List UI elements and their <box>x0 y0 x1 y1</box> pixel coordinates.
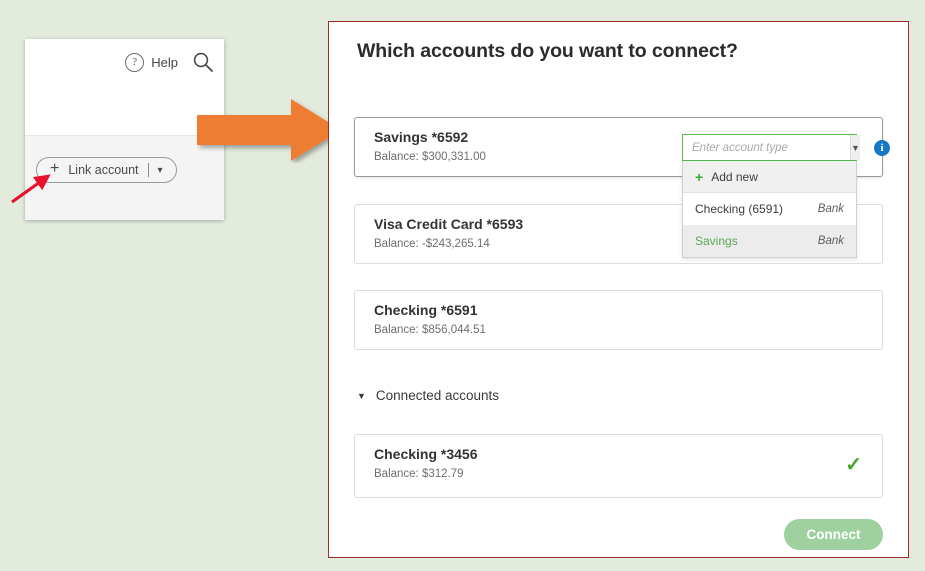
connect-button[interactable]: Connect <box>784 519 883 550</box>
account-balance: Balance: -$243,265.14 <box>374 238 490 250</box>
info-icon[interactable]: i <box>874 140 890 156</box>
left-app-panel: ? Help + Link account ▾ <box>25 39 224 220</box>
connected-accounts-label: Connected accounts <box>375 388 500 403</box>
plus-icon: + <box>50 160 60 177</box>
account-type-dropdown[interactable]: + Add new Checking (6591) Bank Savings B… <box>682 161 857 258</box>
account-type-select[interactable]: ▼ <box>682 134 860 161</box>
account-card-savings[interactable]: Savings *6592 Balance: $300,331.00 ▼ i +… <box>354 117 890 258</box>
page-title: Which accounts do you want to connect? <box>357 40 738 62</box>
dropdown-option-type: Bank <box>817 203 844 215</box>
account-name: Checking *3456 <box>374 446 478 462</box>
help-button[interactable]: ? Help <box>125 53 178 72</box>
connect-accounts-panel: Which accounts do you want to connect? S… <box>328 21 909 558</box>
account-name: Checking *6591 <box>374 302 478 318</box>
caret-down-icon[interactable]: ▼ <box>357 391 366 401</box>
link-account-button[interactable]: + Link account ▾ <box>36 157 177 183</box>
dropdown-option-savings[interactable]: Savings Bank <box>683 225 856 257</box>
connect-button-label: Connect <box>806 527 861 542</box>
chevron-down-icon[interactable]: ▾ <box>158 165 163 176</box>
left-panel-toolbar: + Link account ▾ <box>25 136 224 220</box>
account-name: Savings *6592 <box>374 129 469 145</box>
connected-accounts-header[interactable]: ▼ Connected accounts <box>357 388 499 403</box>
account-balance: Balance: $300,331.00 <box>374 151 486 163</box>
account-type-input[interactable] <box>683 140 850 155</box>
account-card-connected-checking[interactable]: Checking *3456 Balance: $312.79 ✓ <box>354 434 883 498</box>
link-account-divider <box>147 163 149 177</box>
dropdown-option-checking[interactable]: Checking (6591) Bank <box>683 193 856 225</box>
dropdown-option-type: Bank <box>817 235 844 247</box>
check-icon: ✓ <box>845 454 862 476</box>
chevron-down-icon[interactable]: ▼ <box>850 135 860 160</box>
account-balance: Balance: $856,044.51 <box>374 324 486 336</box>
help-label: Help <box>151 55 178 70</box>
search-icon[interactable] <box>192 51 214 78</box>
dropdown-option-label: Add new <box>711 169 758 184</box>
left-panel-header: ? Help <box>25 39 224 136</box>
account-name: Visa Credit Card *6593 <box>374 216 524 232</box>
question-circle-icon: ? <box>125 53 145 72</box>
dropdown-option-add-new[interactable]: + Add new <box>683 161 856 193</box>
account-card-checking[interactable]: Checking *6591 Balance: $856,044.51 <box>354 290 883 350</box>
plus-icon: + <box>695 168 704 185</box>
account-balance: Balance: $312.79 <box>374 468 464 480</box>
link-account-label: Link account <box>68 163 139 177</box>
dropdown-option-label: Checking (6591) <box>695 202 784 216</box>
dropdown-option-label: Savings <box>695 234 738 248</box>
